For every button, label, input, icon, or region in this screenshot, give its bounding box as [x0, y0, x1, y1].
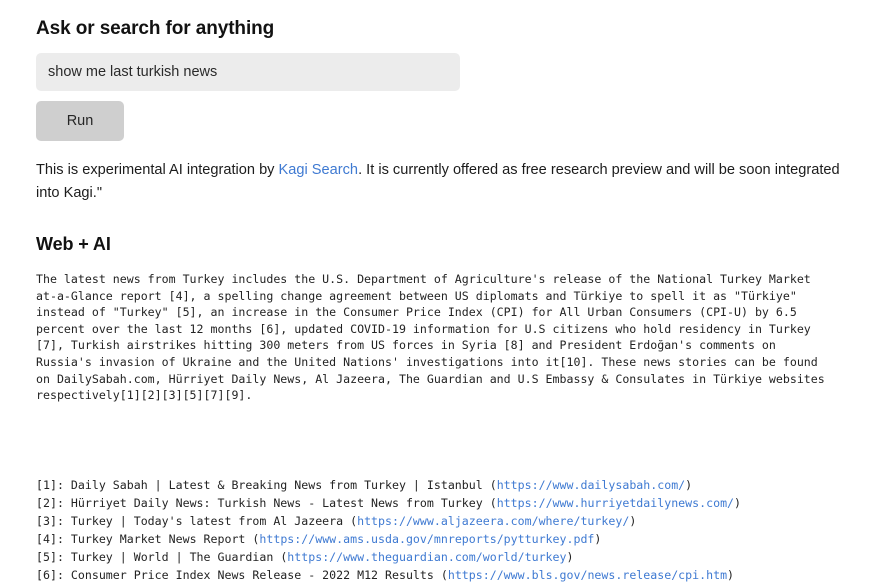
- reference-item: [3]: Turkey | Today's latest from Al Jaz…: [36, 512, 845, 530]
- run-button[interactable]: Run: [36, 100, 124, 141]
- reference-close-paren: ): [727, 567, 735, 582]
- reference-close-paren: ): [594, 531, 602, 546]
- reference-url-link[interactable]: https://www.ams.usda.gov/mnreports/pyttu…: [259, 532, 594, 546]
- reference-close-paren: ): [629, 513, 637, 528]
- reference-open-paren: (: [440, 567, 448, 582]
- ai-answer-text: The latest news from Turkey includes the…: [36, 272, 832, 403]
- reference-title: Turkey Market News Report: [70, 531, 253, 546]
- reference-title: Turkey | World | The Guardian: [70, 549, 281, 564]
- reference-item: [1]: Daily Sabah | Latest & Breaking New…: [36, 476, 845, 494]
- page-title: Ask or search for anything: [36, 18, 275, 39]
- reference-marker: [1]:: [36, 477, 71, 492]
- reference-url-link[interactable]: https://www.hurriyetdailynews.com/: [497, 496, 734, 510]
- reference-url-link[interactable]: https://www.bls.gov/news.release/cpi.htm: [448, 568, 727, 582]
- disclaimer-text: This is experimental AI integration by K…: [36, 159, 845, 206]
- reference-marker: [3]:: [36, 513, 71, 528]
- reference-marker: [6]:: [36, 567, 71, 582]
- references-list: [1]: Daily Sabah | Latest & Breaking New…: [36, 476, 845, 584]
- reference-close-paren: ): [566, 549, 574, 564]
- reference-item: [5]: Turkey | World | The Guardian (http…: [36, 548, 845, 566]
- reference-title: Hürriyet Daily News: Turkish News - Late…: [70, 495, 490, 510]
- reference-item: [4]: Turkey Market News Report (https://…: [36, 530, 845, 548]
- disclaimer-before-link: This is experimental AI integration by: [36, 161, 279, 178]
- reference-marker: [4]:: [36, 531, 71, 546]
- content-container: Ask or search for anything Run This is e…: [0, 0, 881, 584]
- reference-close-paren: ): [734, 495, 742, 510]
- reference-item: [6]: Consumer Price Index News Release -…: [36, 566, 845, 584]
- reference-marker: [5]:: [36, 549, 71, 564]
- reference-open-paren: (: [489, 495, 497, 510]
- reference-title: Consumer Price Index News Release - 2022…: [70, 567, 441, 582]
- search-input[interactable]: [36, 52, 460, 91]
- reference-url-link[interactable]: https://www.dailysabah.com/: [497, 478, 685, 492]
- reference-item: [2]: Hürriyet Daily News: Turkish News -…: [36, 494, 845, 512]
- page-root: Ask or search for anything Run This is e…: [0, 0, 881, 582]
- kagi-search-link[interactable]: Kagi Search: [279, 162, 359, 178]
- reference-open-paren: (: [489, 477, 497, 492]
- reference-title: Turkey | Today's latest from Al Jazeera: [70, 513, 351, 528]
- reference-marker: [2]:: [36, 495, 71, 510]
- reference-url-link[interactable]: https://www.aljazeera.com/where/turkey/: [357, 514, 629, 528]
- reference-title: Daily Sabah | Latest & Breaking News fro…: [70, 477, 490, 492]
- section-title-web-ai: Web + AI: [36, 234, 111, 255]
- reference-close-paren: ): [685, 477, 693, 492]
- reference-url-link[interactable]: https://www.theguardian.com/world/turkey: [287, 550, 566, 564]
